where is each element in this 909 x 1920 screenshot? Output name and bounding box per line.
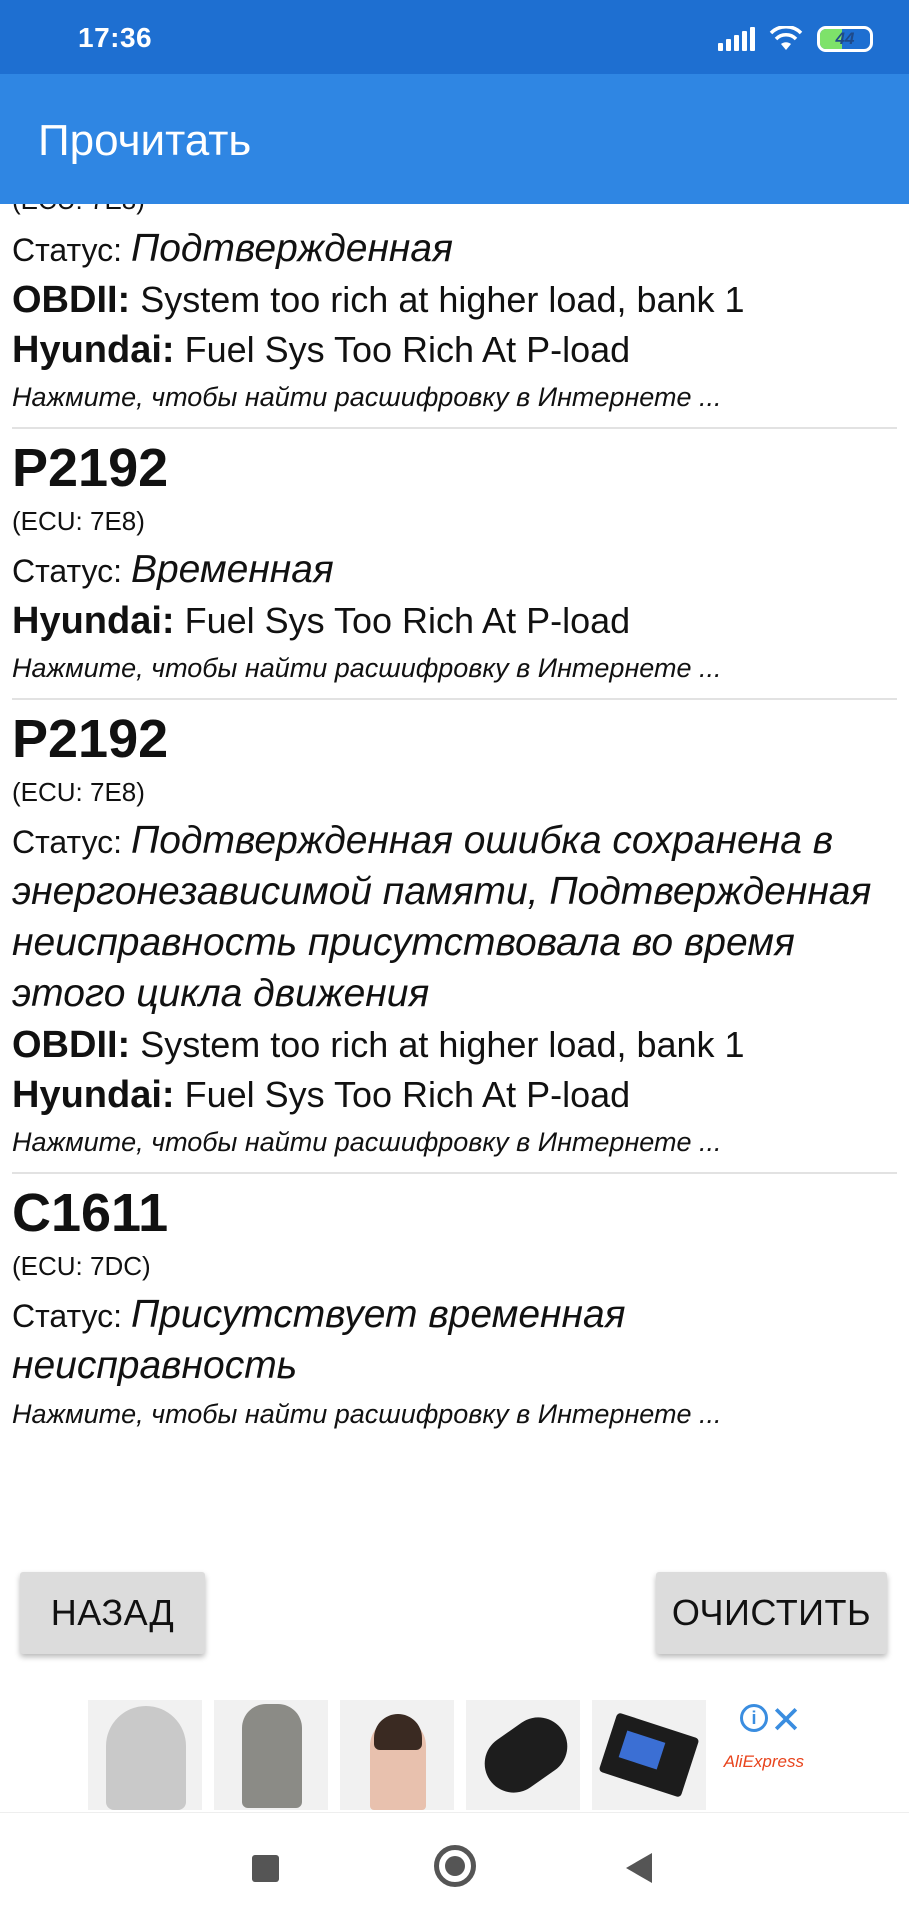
obdii-description: OBDII: System too rich at higher load, b… [12, 275, 897, 325]
maker-text: Fuel Sys Too Rich At P-load [184, 1074, 631, 1115]
dtc-ecu: (ECU: 7DC) [12, 1251, 151, 1281]
clear-button[interactable]: ОЧИСТИТЬ [656, 1572, 887, 1654]
search-online-hint[interactable]: Нажмите, чтобы найти расшифровку в Интер… [12, 648, 897, 688]
dtc-status: Статус: Подтвержденная [12, 224, 897, 275]
navigation-bar [0, 1812, 909, 1920]
page-title: Прочитать [38, 116, 252, 165]
close-icon[interactable]: ✕ [770, 1698, 802, 1743]
back-button[interactable]: НАЗАД [20, 1572, 205, 1654]
obdii-label: OBDII: [12, 279, 131, 321]
dtc-ecu: (ECU: 7E8) [12, 204, 897, 218]
dtc-code: P2192 [12, 709, 169, 769]
maker-label: Hyundai: [12, 1074, 175, 1116]
maker-text: Fuel Sys Too Rich At P-load [184, 600, 631, 641]
status-value: Подтвержденная ошибка сохранена в энерго… [12, 819, 872, 1015]
ad-banner[interactable]: i ✕ AliExpress [88, 1700, 828, 1810]
maker-label: Hyundai: [12, 600, 175, 642]
dtc-code: P2192 [12, 438, 169, 498]
ad-product-image[interactable] [340, 1700, 454, 1810]
status-label: Статус: [12, 553, 131, 589]
recents-icon[interactable] [252, 1855, 279, 1882]
dtc-ecu: (ECU: 7E8) [12, 506, 145, 536]
battery-icon: 44 [817, 26, 873, 52]
maker-label: Hyundai: [12, 329, 175, 371]
ad-product-image[interactable] [466, 1700, 580, 1810]
dtc-item[interactable]: C1611 (ECU: 7DC) Статус: Присутствует вр… [12, 1174, 897, 1444]
obdii-description: OBDII: System too rich at higher load, b… [12, 1020, 897, 1070]
dtc-list-viewport[interactable]: (ECU: 7E8) Статус: Подтвержденная OBDII:… [0, 204, 909, 1534]
dtc-ecu: (ECU: 7E8) [12, 777, 145, 807]
search-online-hint[interactable]: Нажмите, чтобы найти расшифровку в Интер… [12, 1394, 897, 1434]
dtc-list: (ECU: 7E8) Статус: Подтвержденная OBDII:… [12, 204, 897, 1444]
status-label: Статус: [12, 824, 131, 860]
status-value: Временная [130, 548, 334, 591]
ad-product-image[interactable] [592, 1700, 706, 1810]
ad-product-image[interactable] [88, 1700, 202, 1810]
status-label: Статус: [12, 1298, 131, 1334]
info-icon[interactable]: i [740, 1704, 768, 1732]
dtc-status: Статус: Временная [12, 545, 897, 596]
ad-product-image[interactable] [214, 1700, 328, 1810]
obdii-text: System too rich at higher load, bank 1 [140, 1024, 745, 1065]
dtc-status: Статус: Подтвержденная ошибка сохранена … [12, 816, 897, 1020]
status-value: Подтвержденная [130, 227, 453, 270]
search-online-hint[interactable]: Нажмите, чтобы найти расшифровку в Интер… [12, 1122, 897, 1162]
maker-description: Hyundai: Fuel Sys Too Rich At P-load [12, 596, 897, 646]
status-icons: 44 [718, 24, 873, 54]
dtc-status: Статус: Присутствует временная неисправн… [12, 1290, 897, 1392]
ad-brand-logo: AliExpress [723, 1752, 804, 1771]
maker-text: Fuel Sys Too Rich At P-load [184, 329, 631, 370]
dtc-item[interactable]: (ECU: 7E8) Статус: Подтвержденная OBDII:… [12, 204, 897, 429]
wifi-icon [769, 26, 803, 50]
obdii-text: System too rich at higher load, bank 1 [140, 279, 745, 320]
back-icon[interactable] [626, 1853, 652, 1883]
status-bar: 17:36 44 [0, 0, 909, 74]
dtc-code: C1611 [12, 1183, 169, 1243]
home-icon[interactable] [434, 1845, 476, 1887]
search-online-hint[interactable]: Нажмите, чтобы найти расшифровку в Интер… [12, 377, 897, 417]
maker-description: Hyundai: Fuel Sys Too Rich At P-load [12, 1070, 897, 1120]
signal-icon [718, 27, 755, 51]
obdii-label: OBDII: [12, 1024, 131, 1066]
status-label: Статус: [12, 232, 131, 268]
dtc-item[interactable]: P2192 (ECU: 7E8) Статус: Подтвержденная … [12, 700, 897, 1174]
status-time: 17:36 [78, 22, 153, 53]
app-bar: Прочитать [0, 74, 909, 204]
maker-description: Hyundai: Fuel Sys Too Rich At P-load [12, 325, 897, 375]
dtc-item[interactable]: P2192 (ECU: 7E8) Статус: Временная Hyund… [12, 429, 897, 700]
battery-level: 44 [835, 29, 855, 48]
